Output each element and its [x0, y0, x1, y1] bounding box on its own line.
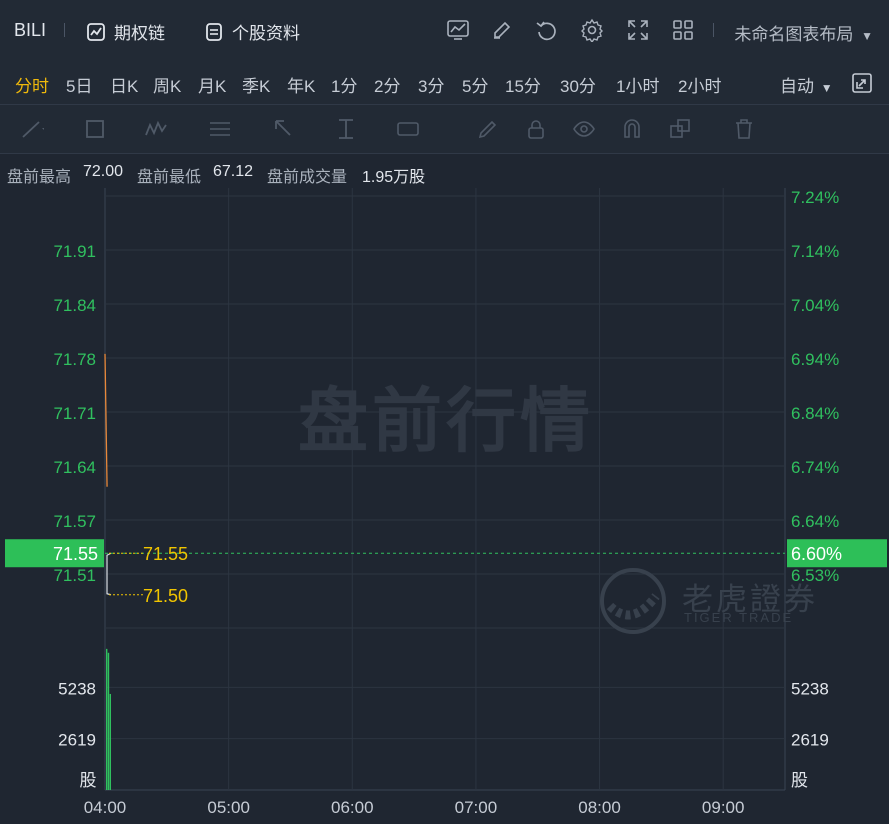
right-pct-tick-label: 7.24%	[791, 188, 839, 207]
caret-down-icon: ▼	[820, 81, 833, 95]
right-pct-tick-label: 6.64%	[791, 512, 839, 531]
separator	[713, 23, 714, 37]
left-price-tick-label: 71.91	[53, 242, 96, 261]
right-pct-tick-label: 6.84%	[791, 404, 839, 423]
period-bar: 分时 5日 日K 周K 月K 季K 年K 1分 2分 3分 5分 15分 30分 1小时 2小时 自动 ▼	[0, 62, 889, 105]
expand-icon[interactable]	[851, 72, 873, 94]
x-tick-label: 08:00	[578, 798, 621, 817]
fullscreen-icon[interactable]	[626, 18, 650, 42]
left-volume-tick-label: 2619	[58, 731, 96, 750]
chart-box-icon	[87, 22, 105, 41]
left-price-tick-label: 71.84	[53, 296, 96, 315]
volume-bar	[107, 652, 110, 790]
premarket-volume-value: 1.95万股	[362, 169, 426, 186]
period-tab-4[interactable]: 月K	[198, 72, 226, 97]
left-price-tick-label: 71.51	[53, 566, 96, 585]
brush-icon[interactable]	[476, 117, 500, 141]
refresh-icon[interactable]	[535, 18, 559, 42]
period-tab-14[interactable]: 2小时	[678, 72, 721, 97]
trend-line-tool-icon[interactable]	[20, 117, 44, 141]
logo-en-text: TIGER TRADE	[684, 610, 794, 625]
volume-bar	[109, 693, 111, 790]
period-tab-7[interactable]: 1分	[331, 72, 357, 97]
drawing-toolbar	[0, 105, 889, 154]
tiger-trade-logo: 老虎證券 TIGER TRADE	[600, 566, 820, 636]
indicator-icon[interactable]	[446, 18, 470, 42]
premarket-low-value: 67.12	[213, 163, 254, 180]
volume-bar	[106, 648, 108, 790]
rectangle-tool-icon[interactable]	[84, 117, 108, 141]
left-volume-tick-label: 5238	[58, 679, 96, 698]
right-volume-tick-label: 2619	[791, 731, 829, 750]
period-tab-3[interactable]: 周K	[153, 72, 181, 97]
period-tab-12[interactable]: 30分	[560, 72, 596, 97]
right-pct-tick-label: 6.94%	[791, 350, 839, 369]
premarket-info: 盘前最高 72.00 盘前最低 67.12 盘前成交量 1.95万股	[0, 154, 889, 188]
gear-icon[interactable]	[580, 18, 604, 42]
x-tick-label: 09:00	[702, 798, 745, 817]
price-annotation-label: 71.50	[143, 586, 188, 606]
intraday-chart[interactable]: 04:00 05:00 06:00 07:00 08:00 09:00 7.24% 7.14%…	[0, 188, 889, 824]
period-tab-1[interactable]: 5日	[66, 72, 92, 97]
volume-unit-label-right: 股	[791, 771, 808, 790]
x-tick-label: 04:00	[84, 798, 127, 817]
current-price-marker-text: 71.55	[53, 544, 98, 564]
edit-icon[interactable]	[490, 18, 514, 42]
right-pct-tick-label: 7.04%	[791, 296, 839, 315]
trash-icon[interactable]	[732, 117, 756, 141]
premarket-high-value: 72.00	[83, 163, 124, 180]
top-toolbar: BILI 期权链 个股资料 未命名图表布局 ▼	[0, 0, 889, 63]
stock-profile-button[interactable]: 个股资料	[204, 19, 300, 44]
magnet-icon[interactable]	[620, 117, 644, 141]
premarket-volume-label: 盘前成交量	[267, 169, 348, 186]
fibonacci-tool-icon[interactable]	[208, 117, 232, 141]
right-volume-tick-label: 5238	[791, 679, 829, 698]
period-tab-0[interactable]: 分时	[15, 72, 49, 97]
left-price-tick-label: 71.64	[53, 458, 96, 477]
left-price-tick-label: 71.78	[53, 350, 96, 369]
options-chain-button[interactable]: 期权链	[86, 19, 165, 44]
period-tab-8[interactable]: 2分	[374, 72, 400, 97]
period-tab-13[interactable]: 1小时	[616, 72, 659, 97]
left-price-tick-label: 71.71	[53, 404, 96, 423]
period-tab-6[interactable]: 年K	[287, 72, 315, 97]
options-chain-label: 期权链	[114, 24, 165, 43]
grid-layout-icon[interactable]	[671, 18, 695, 42]
wave-tool-icon[interactable]	[144, 117, 168, 141]
volume-unit-label: 股	[80, 771, 97, 790]
price-annotation-label: 71.55	[143, 544, 188, 564]
right-pct-tick-label: 6.74%	[791, 458, 839, 477]
caret-down-icon: ▼	[861, 29, 873, 43]
right-pct-tick-label: 7.14%	[791, 242, 839, 261]
document-icon	[206, 22, 222, 41]
current-pct-marker-text: 6.60%	[791, 544, 842, 564]
arrow-tool-icon[interactable]	[272, 117, 296, 141]
separator	[64, 23, 65, 37]
stock-profile-label: 个股资料	[232, 24, 300, 43]
premarket-watermark: 盘前行情	[298, 382, 594, 460]
scale-mode-label: 自动	[780, 77, 814, 96]
period-tab-9[interactable]: 3分	[418, 72, 444, 97]
eye-icon[interactable]	[572, 117, 596, 141]
tiger-logo-icon	[600, 568, 666, 634]
x-tick-label: 07:00	[455, 798, 498, 817]
lock-icon[interactable]	[524, 117, 548, 141]
x-tick-label: 05:00	[207, 798, 250, 817]
layout-selector[interactable]: 未命名图表布局 ▼	[734, 20, 873, 45]
period-tab-2[interactable]: 日K	[110, 72, 138, 97]
x-tick-label: 06:00	[331, 798, 374, 817]
period-tab-5[interactable]: 季K	[242, 72, 270, 97]
left-price-tick-label: 71.57	[53, 512, 96, 531]
period-tab-11[interactable]: 15分	[505, 72, 541, 97]
premarket-high-label: 盘前最高	[7, 169, 72, 186]
period-tab-10[interactable]: 5分	[462, 72, 488, 97]
scale-mode-selector[interactable]: 自动 ▼	[780, 72, 833, 97]
layers-icon[interactable]	[668, 117, 692, 141]
price-label-tool-icon[interactable]	[396, 117, 420, 141]
measure-tool-icon[interactable]	[334, 117, 358, 141]
ticker-symbol[interactable]: BILI	[14, 20, 46, 41]
layout-name-label: 未命名图表布局	[734, 25, 854, 44]
premarket-low-label: 盘前最低	[137, 169, 202, 186]
